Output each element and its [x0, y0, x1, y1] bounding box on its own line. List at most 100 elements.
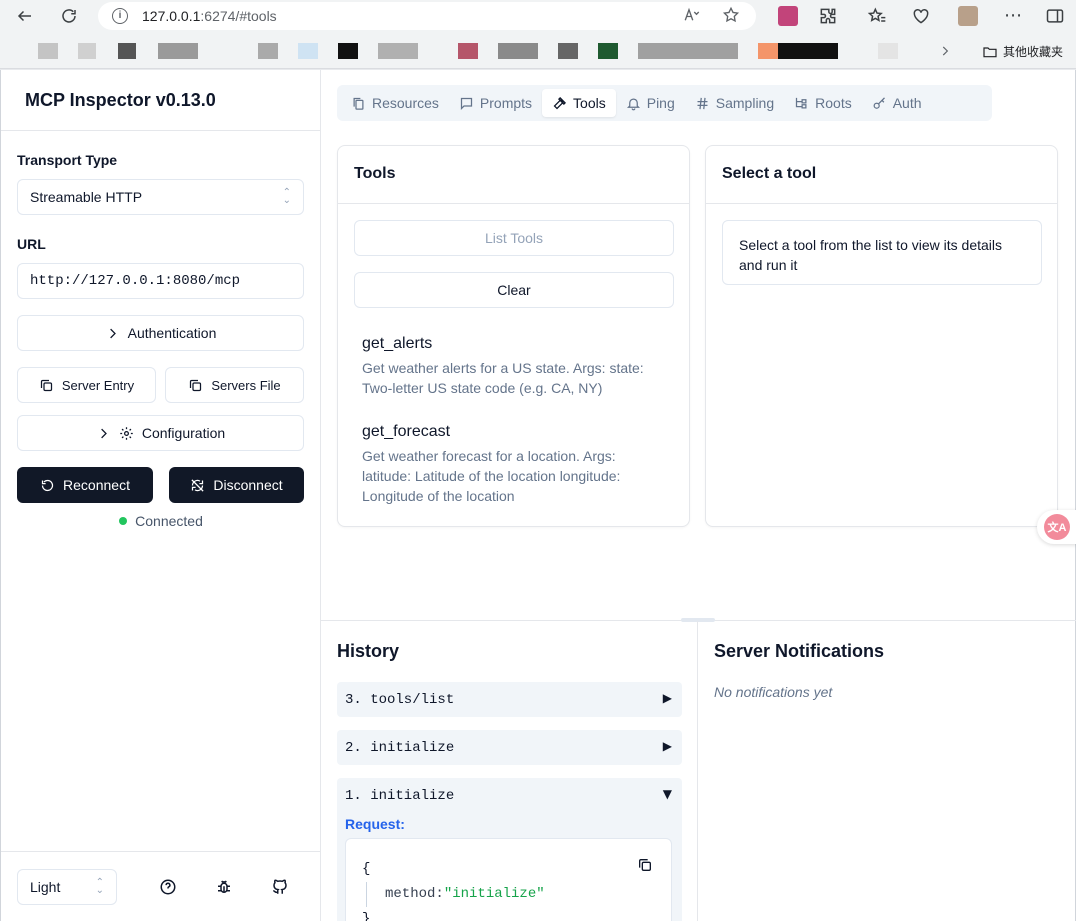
notifications-empty: No notifications yet [714, 684, 833, 700]
history-item-expanded[interactable]: 1. initialize ▼ Request: { method:"initi… [337, 778, 682, 921]
reconnect-button[interactable]: Reconnect [17, 467, 153, 503]
gear-icon [120, 426, 133, 440]
bookmark-item[interactable] [378, 43, 418, 59]
history-item[interactable]: 2. initialize ▶ [337, 730, 682, 765]
connection-status: Connected [1, 513, 321, 529]
chevron-right-icon [101, 428, 107, 438]
folder-icon [983, 46, 997, 57]
tool-name: get_forecast [362, 423, 451, 440]
copy-icon[interactable] [637, 857, 653, 873]
authentication-button[interactable]: Authentication [17, 315, 304, 351]
hash-icon [697, 97, 708, 109]
extension-icon[interactable] [778, 6, 798, 26]
health-icon[interactable] [911, 6, 931, 26]
history-item[interactable]: 3. tools/list ▶ [337, 682, 682, 717]
site-info-icon[interactable]: i [112, 8, 128, 24]
tool-description: Get weather forecast for a location. Arg… [362, 448, 621, 504]
clear-button[interactable]: Clear [354, 272, 674, 308]
transport-type-label: Transport Type [17, 152, 118, 168]
server-entry-button[interactable]: Server Entry [17, 367, 156, 403]
bookmark-item[interactable] [558, 43, 578, 59]
mcp-inspector-app: MCP Inspector v0.13.0 Transport Type Str… [0, 70, 1076, 921]
bookmark-item[interactable] [878, 43, 898, 59]
bookmark-item[interactable] [778, 43, 838, 59]
expand-arrow-icon: ▶ [662, 739, 672, 753]
tab-label: Auth [892, 95, 922, 111]
back-icon[interactable] [14, 5, 36, 27]
tab-tools[interactable]: Tools [542, 89, 616, 117]
tab-label: Sampling [715, 95, 775, 111]
history-panel: History 3. tools/list ▶ 2. initialize ▶ … [321, 621, 698, 921]
favorites-icon[interactable] [867, 6, 887, 26]
bookmarks-folder-label: 其他收藏夹 [1003, 45, 1064, 59]
bug-icon[interactable] [215, 878, 233, 896]
bookmark-item[interactable] [78, 43, 96, 59]
tool-item[interactable]: get_alerts Get weather alerts for a US s… [362, 335, 662, 398]
tool-description: Get weather alerts for a US state. Args:… [362, 360, 644, 396]
bookmark-item[interactable] [258, 43, 278, 59]
authentication-label: Authentication [127, 325, 217, 341]
theme-select[interactable]: Light ⌃ ⌄ [17, 869, 117, 905]
bookmark-item[interactable] [598, 43, 618, 59]
bookmark-item[interactable] [338, 43, 358, 59]
bookmark-item[interactable] [38, 43, 58, 59]
configuration-button[interactable]: Configuration [17, 415, 304, 451]
bookmark-item[interactable] [298, 43, 318, 59]
bookmark-item[interactable] [758, 43, 778, 59]
list-tools-button[interactable]: List Tools [354, 220, 674, 256]
favorite-star-icon[interactable] [722, 6, 740, 24]
tab-auth[interactable]: Auth [862, 89, 932, 117]
theme-value: Light [30, 879, 61, 895]
history-item-label: 1. initialize [345, 788, 455, 804]
reload-icon[interactable] [58, 5, 80, 27]
url-input[interactable]: http://127.0.0.1:8080/mcp [17, 263, 304, 299]
bookmark-item[interactable] [638, 43, 738, 59]
bookmark-item[interactable] [158, 43, 198, 59]
reconnect-label: Reconnect [63, 477, 130, 493]
tool-item[interactable]: get_forecast Get weather forecast for a … [362, 423, 662, 506]
tab-roots[interactable]: Roots [784, 89, 862, 117]
extensions-puzzle-icon[interactable] [818, 6, 838, 26]
github-icon[interactable] [271, 878, 289, 896]
transport-type-select[interactable]: Streamable HTTP ⌃ ⌄ [17, 179, 304, 215]
help-icon[interactable] [159, 878, 177, 896]
server-entry-label: Server Entry [61, 377, 135, 393]
read-aloud-icon[interactable] [683, 6, 701, 24]
sidebar-toggle-icon[interactable] [1045, 6, 1065, 26]
servers-file-button[interactable]: Servers File [165, 367, 304, 403]
key-icon [873, 96, 885, 109]
bookmark-item[interactable] [458, 43, 478, 59]
hammer-icon [553, 96, 567, 109]
bookmark-item[interactable] [498, 43, 538, 59]
chevron-up-down-icon: ⌃ ⌄ [95, 877, 104, 896]
disconnect-button[interactable]: Disconnect [169, 467, 304, 503]
address-bar[interactable]: i 127.0.0.1:6274/#tools [98, 2, 756, 30]
sidebar: MCP Inspector v0.13.0 Transport Type Str… [1, 70, 321, 921]
history-item-label: 3. tools/list [345, 692, 455, 708]
folder-tree-icon [796, 97, 807, 108]
other-bookmarks-folder[interactable]: 其他收藏夹 [982, 43, 1063, 60]
files-icon [353, 97, 364, 110]
browser-toolbar: i 127.0.0.1:6274/#tools ⋯ [0, 0, 1076, 33]
notifications-title: Server Notifications [714, 641, 885, 661]
main-content: Resources Prompts Tools Ping Sampling Ro… [321, 70, 1076, 921]
tools-card-title: Tools [338, 146, 689, 204]
profile-icon[interactable] [958, 6, 978, 26]
json-value: "initialize" [443, 886, 545, 902]
select-tool-hint: Select a tool from the list to view its … [722, 220, 1042, 285]
tab-prompts[interactable]: Prompts [449, 89, 542, 117]
request-json: { method:"initialize" } [345, 838, 672, 921]
chevron-right-icon[interactable] [938, 44, 952, 58]
chevron-up-down-icon: ⌃ ⌄ [282, 187, 291, 206]
bookmark-item[interactable] [118, 43, 136, 59]
disconnect-label: Disconnect [213, 477, 283, 493]
more-menu-icon[interactable]: ⋯ [1003, 6, 1023, 26]
tab-ping[interactable]: Ping [616, 89, 685, 117]
tab-resources[interactable]: Resources [341, 89, 449, 117]
configuration-label: Configuration [141, 425, 226, 441]
json-brace: { [362, 861, 371, 877]
tab-sampling[interactable]: Sampling [685, 89, 784, 117]
copy-icon [40, 379, 52, 391]
translate-float-button[interactable]: 文A [1037, 510, 1076, 544]
tools-card: Tools List Tools Clear get_alerts Get we… [337, 145, 690, 527]
